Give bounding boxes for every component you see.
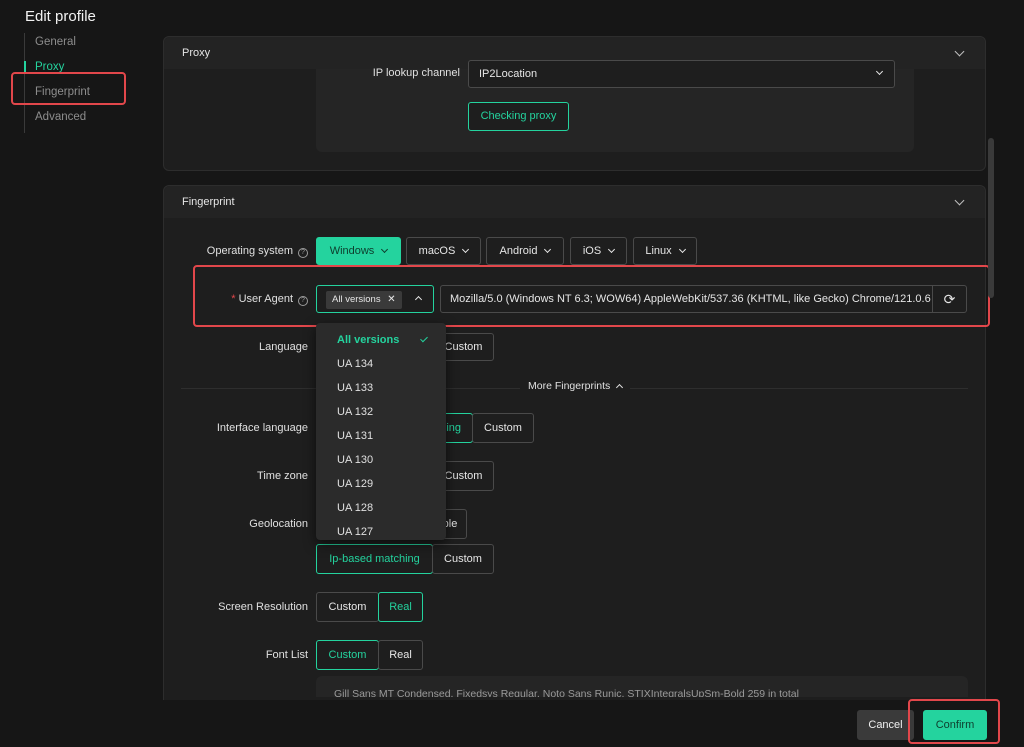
scrollbar[interactable] — [988, 138, 994, 298]
user-agent-input[interactable]: Mozilla/5.0 (Windows NT 6.3; WOW64) Appl… — [440, 285, 967, 313]
nav-item-fingerprint[interactable]: Fingerprint — [25, 83, 124, 108]
os-label: Operating system? — [180, 245, 308, 258]
ua-menu-item[interactable]: UA 129 — [316, 472, 446, 496]
ua-version-tag-label: All versions — [332, 294, 381, 305]
font-list-label: Font List — [265, 649, 308, 661]
language-label: Language — [259, 341, 308, 353]
ip-lookup-label: IP lookup channel — [372, 67, 460, 79]
user-agent-label: * User Agent? — [180, 293, 308, 306]
proxy-panel-title: Proxy — [182, 47, 211, 59]
ua-menu-item[interactable]: UA 130 — [316, 448, 446, 472]
proxy-panel: Proxy — [163, 36, 986, 171]
more-fingerprints-toggle[interactable]: More Fingerprints — [520, 380, 631, 392]
geolocation-custom-button[interactable]: Custom — [432, 544, 494, 574]
chevron-down-icon[interactable] — [954, 46, 965, 57]
os-windows-label: Windows — [329, 245, 375, 257]
os-android-label: Android — [499, 245, 538, 257]
chevron-up-icon — [616, 383, 624, 392]
edit-profile-window: Edit profile General Proxy Fingerprint A… — [0, 0, 1024, 747]
ua-menu-item[interactable]: UA 131 — [316, 424, 446, 448]
page-title: Edit profile — [25, 8, 96, 25]
ua-menu-item[interactable]: UA 132 — [316, 400, 446, 424]
chevron-down-icon — [875, 67, 884, 76]
more-fingerprints-label: More Fingerprints — [528, 380, 611, 392]
close-icon[interactable]: ✕ — [387, 294, 395, 305]
interface-language-label: Interface language — [216, 422, 308, 434]
cancel-button[interactable]: Cancel — [857, 710, 914, 740]
ua-menu-item[interactable]: All versions — [316, 328, 446, 352]
chevron-down-icon — [381, 245, 389, 254]
font-real-button[interactable]: Real — [378, 640, 423, 670]
ua-version-menu: All versions UA 134 UA 133 UA 132 UA 131… — [316, 323, 446, 540]
chevron-down-icon — [678, 245, 686, 254]
refresh-icon[interactable]: ⟳ — [932, 286, 966, 312]
help-icon[interactable]: ? — [298, 248, 308, 258]
ua-menu-item-label: All versions — [337, 334, 400, 346]
nav-item-proxy[interactable]: Proxy — [24, 58, 124, 83]
os-ios-label: iOS — [582, 245, 602, 257]
screen-resolution-label: Screen Resolution — [218, 601, 308, 613]
checking-proxy-button[interactable]: Checking proxy — [468, 102, 569, 131]
nav-item-general[interactable]: General — [25, 33, 124, 58]
screen-real-button[interactable]: Real — [378, 592, 423, 622]
fingerprint-panel-header[interactable]: Fingerprint — [164, 186, 985, 218]
screen-custom-button[interactable]: Custom — [316, 592, 379, 622]
os-macos-label: macOS — [418, 245, 456, 257]
os-windows-button[interactable]: Windows — [316, 237, 401, 265]
chevron-down-icon — [462, 245, 470, 254]
ua-version-tag: All versions ✕ — [326, 291, 402, 309]
os-linux-label: Linux — [645, 245, 672, 257]
required-mark: * — [231, 293, 236, 305]
interface-language-custom-button[interactable]: Custom — [472, 413, 534, 443]
chevron-down-icon — [544, 245, 552, 254]
check-icon — [420, 334, 428, 343]
user-agent-label-text: User Agent — [238, 293, 293, 305]
geolocation-label: Geolocation — [249, 518, 308, 530]
ua-menu-item[interactable]: UA 133 — [316, 376, 446, 400]
chevron-down-icon — [608, 245, 616, 254]
nav-item-advanced[interactable]: Advanced — [25, 108, 124, 133]
ua-menu-item[interactable]: UA 127 — [316, 520, 446, 540]
os-label-text: Operating system — [206, 245, 293, 257]
fingerprint-panel-title: Fingerprint — [182, 196, 235, 208]
chevron-down-icon[interactable] — [954, 195, 965, 206]
confirm-button[interactable]: Confirm — [923, 710, 987, 740]
ip-lookup-select[interactable]: IP2Location — [468, 60, 895, 88]
font-list-text: Gill Sans MT Condensed, Fixedsys Regular… — [334, 688, 799, 697]
ua-menu-item[interactable]: UA 128 — [316, 496, 446, 520]
font-custom-button[interactable]: Custom — [316, 640, 379, 670]
user-agent-value: Mozilla/5.0 (Windows NT 6.3; WOW64) Appl… — [450, 293, 931, 305]
ua-version-select[interactable]: All versions ✕ — [316, 285, 434, 313]
time-zone-label: Time zone — [257, 470, 308, 482]
os-android-button[interactable]: Android — [486, 237, 564, 265]
geolocation-ip-match-button[interactable]: Ip-based matching — [316, 544, 433, 574]
font-list-box: Gill Sans MT Condensed, Fixedsys Regular… — [316, 676, 968, 697]
os-linux-button[interactable]: Linux — [633, 237, 697, 265]
os-ios-button[interactable]: iOS — [570, 237, 627, 265]
ua-menu-item[interactable]: UA 134 — [316, 352, 446, 376]
side-nav: General Proxy Fingerprint Advanced — [24, 33, 124, 133]
chevron-up-icon — [414, 295, 423, 304]
help-icon[interactable]: ? — [298, 296, 308, 306]
ip-lookup-value: IP2Location — [479, 68, 538, 80]
os-macos-button[interactable]: macOS — [406, 237, 481, 265]
